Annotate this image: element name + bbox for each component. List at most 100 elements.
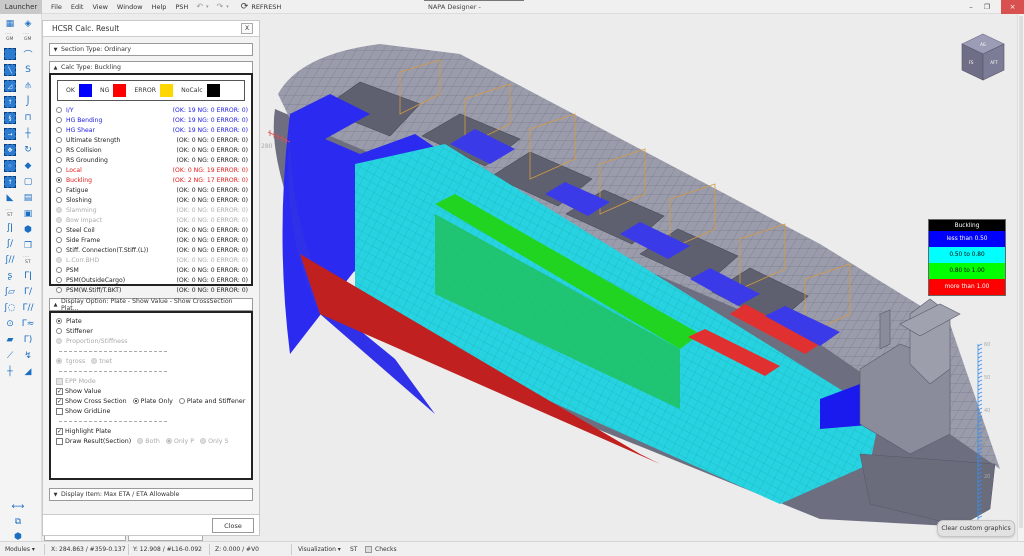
checkbox[interactable]: [56, 437, 63, 445]
plate-dots-icon[interactable]: ⁘: [4, 160, 16, 172]
plus-icon[interactable]: ┼: [22, 128, 34, 140]
plate-triangle-icon[interactable]: ◿: [4, 80, 16, 92]
visualization-dropdown[interactable]: Visualization ▾: [298, 546, 341, 553]
radio-button[interactable]: [56, 247, 62, 253]
section-type-expander[interactable]: ▼ Section Type: Ordinary: [49, 43, 253, 56]
radio-button[interactable]: [56, 167, 62, 173]
draw-result-section-checkbox[interactable]: Draw Result(Section) Both Only P Only S: [56, 436, 229, 446]
calc-type-option[interactable]: HG Shear (OK: 19 NG: 0 ERROR: 0): [56, 125, 248, 135]
navigation-cube[interactable]: AG FS AFT: [960, 32, 1006, 82]
polyline-icon[interactable]: ⌒: [22, 48, 34, 61]
plate-t-icon[interactable]: ↑: [4, 176, 16, 188]
calc-type-option[interactable]: Local (OK: 0 NG: 19 ERROR: 0): [56, 165, 248, 175]
menu-view[interactable]: View: [92, 3, 107, 11]
bracket-2-icon[interactable]: Γ/: [22, 286, 34, 298]
stiffener-3-icon[interactable]: ʃ//: [4, 254, 16, 266]
close-window-button[interactable]: ×: [1001, 0, 1024, 14]
calc-type-option[interactable]: PSM(W.Stiff/T.BKT) (OK: 0 NG: 0 ERROR: 0): [56, 285, 248, 295]
ship-model-render[interactable]: 280 60 50 40 30 20: [260, 14, 1024, 541]
stiffener-6-icon[interactable]: ʃ◌: [4, 302, 16, 314]
layers-icon[interactable]: ⧉: [12, 516, 24, 528]
refresh-button[interactable]: ⟳ REFRESH: [241, 2, 282, 12]
menu-help[interactable]: Help: [152, 3, 167, 11]
settings-hex-icon[interactable]: ⬢: [22, 224, 34, 236]
calc-type-option[interactable]: HG Bending (OK: 19 NG: 0 ERROR: 0): [56, 115, 248, 125]
dialog-close-x-button[interactable]: X: [241, 23, 253, 34]
radio-button[interactable]: [56, 227, 62, 233]
radio-button[interactable]: [178, 398, 185, 404]
display-item-expander[interactable]: ▼ Display Item: Max ETA / ETA Allowable: [49, 488, 253, 501]
curved-plate-icon[interactable]: ◣: [4, 192, 16, 204]
undo-icon[interactable]: ↶: [196, 2, 203, 11]
stiffener-1-icon[interactable]: ʃǀ: [4, 222, 16, 234]
plate-radio[interactable]: Plate: [56, 316, 82, 326]
undo-dropdown-icon[interactable]: ▾: [206, 4, 209, 10]
menu-window[interactable]: Window: [117, 3, 143, 11]
calc-type-option[interactable]: PSM (OK: 0 NG: 0 ERROR: 0): [56, 265, 248, 275]
clear-custom-graphics-button[interactable]: Clear custom graphics: [937, 520, 1015, 537]
calc-type-option[interactable]: Buckling (OK: 2 NG: 17 ERROR: 0): [56, 175, 248, 185]
checks-checkbox[interactable]: [365, 546, 372, 553]
plate-diagonal-icon[interactable]: ╲: [4, 64, 16, 76]
checkbox[interactable]: [56, 407, 63, 415]
viewport-scrollbar[interactable]: [1017, 14, 1024, 541]
calc-type-option[interactable]: Ultimate Strength (OK: 0 NG: 0 ERROR: 0): [56, 135, 248, 145]
spline-icon[interactable]: S: [22, 64, 34, 76]
show-value-checkbox[interactable]: ✓ Show Value: [56, 386, 101, 396]
show-cross-section-checkbox[interactable]: ✓ Show Cross Section Plate Only Plate an…: [56, 396, 245, 406]
radio-button[interactable]: [56, 147, 62, 153]
modules-dropdown[interactable]: Modules ▾: [5, 546, 35, 553]
radio-button[interactable]: [56, 187, 62, 193]
bracket-5-icon[interactable]: Γ): [22, 334, 34, 346]
diagonal-line-icon[interactable]: ⟋: [4, 350, 16, 362]
radio-button[interactable]: [56, 137, 62, 143]
plate-cross-arrow-icon[interactable]: ✥: [4, 144, 16, 156]
parallelogram-icon[interactable]: ▰: [4, 334, 16, 346]
circle-target-icon[interactable]: ⊙: [4, 318, 16, 330]
calc-type-option[interactable]: Steel Coil (OK: 0 NG: 0 ERROR: 0): [56, 225, 248, 235]
radio-button[interactable]: [132, 398, 139, 404]
bracket-4-icon[interactable]: Γ≈: [22, 318, 35, 330]
grid-icon[interactable]: ▦: [4, 18, 16, 30]
profile-icon[interactable]: ⊓: [22, 112, 34, 124]
radio-button[interactable]: [56, 277, 62, 283]
calc-type-option[interactable]: PSM(OutsideCargo) (OK: 0 NG: 0 ERROR: 0): [56, 275, 248, 285]
stiffener-2-icon[interactable]: ʃ/: [4, 238, 16, 250]
stiffener-radio[interactable]: Stiffener: [56, 326, 93, 336]
checks-toggle[interactable]: Checks: [365, 546, 397, 553]
cross-line-icon[interactable]: ┼: [4, 366, 16, 378]
plate-s-icon[interactable]: §: [4, 112, 16, 124]
checkbox-checked[interactable]: ✓: [56, 397, 63, 405]
radio-button[interactable]: [56, 197, 62, 203]
bracket-1-icon[interactable]: Γǀ: [22, 270, 34, 282]
calc-type-option[interactable]: Side Frame (OK: 0 NG: 0 ERROR: 0): [56, 235, 248, 245]
plate-arrow-icon[interactable]: →: [4, 128, 16, 140]
triangle-icon[interactable]: ◢: [22, 366, 34, 378]
calc-type-option[interactable]: RS Grounding (OK: 0 NG: 0 ERROR: 0): [56, 155, 248, 165]
highlight-plate-checkbox[interactable]: ✓ Highlight Plate: [56, 426, 111, 436]
plate-icon[interactable]: [4, 48, 16, 60]
plate-and-stiffener-radio[interactable]: Plate and Stiffener: [178, 398, 245, 405]
radio-button[interactable]: [56, 177, 62, 183]
bracket-6-icon[interactable]: ↯: [22, 350, 34, 362]
launcher-button[interactable]: Launcher: [0, 0, 42, 14]
calc-type-option[interactable]: Fatigue (OK: 0 NG: 0 ERROR: 0): [56, 185, 248, 195]
stiffener-5-icon[interactable]: ʃ▱: [4, 286, 16, 298]
scrollbar-thumb[interactable]: [1019, 16, 1023, 528]
restore-button[interactable]: ❐: [979, 0, 995, 14]
plate-stiffener-icon[interactable]: ↑: [4, 96, 16, 108]
calc-type-option[interactable]: I/Y (OK: 19 NG: 0 ERROR: 0): [56, 105, 248, 115]
diamond-grid-icon[interactable]: ◈: [22, 18, 34, 30]
bend-icon[interactable]: ⌡: [22, 96, 34, 108]
radio-button[interactable]: [56, 157, 62, 163]
radio-button[interactable]: [56, 117, 62, 123]
cube-3d-icon[interactable]: ▣: [22, 208, 34, 220]
radio-button[interactable]: [56, 127, 62, 133]
radio-button[interactable]: [56, 328, 62, 334]
menu-edit[interactable]: Edit: [71, 3, 84, 11]
display-option-expander[interactable]: ▲ Display Option: Plate - Show Value - S…: [49, 298, 253, 312]
measure-icon[interactable]: ⟷: [12, 501, 25, 513]
minimize-button[interactable]: –: [963, 0, 979, 14]
radio-button[interactable]: [56, 287, 62, 293]
plate-only-radio[interactable]: Plate Only: [132, 398, 173, 405]
